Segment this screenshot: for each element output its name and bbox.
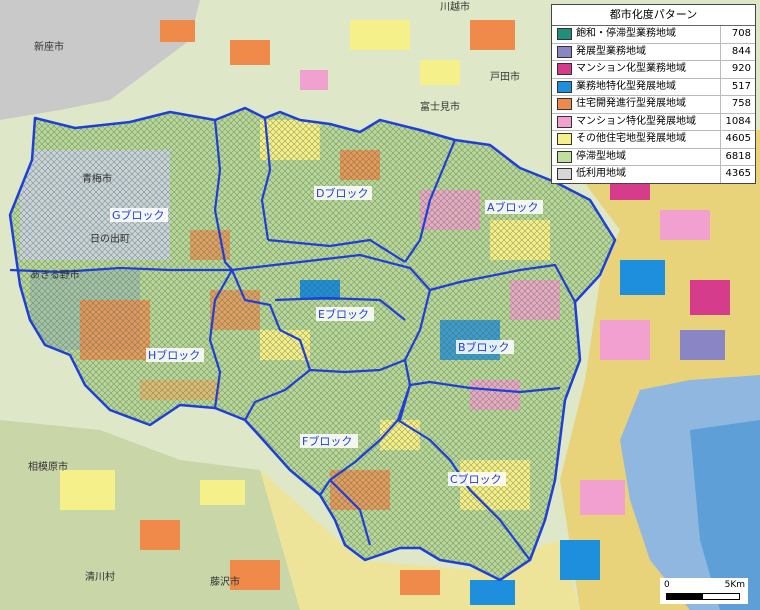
legend-row: マンション化型業務地域 920 xyxy=(552,61,755,79)
block-label-d: Dブロック xyxy=(314,186,372,200)
legend-label: 飽和・停滞型業務地域 xyxy=(576,28,676,40)
legend-swatch xyxy=(557,115,572,128)
legend-swatch xyxy=(557,80,572,93)
block-label-b: Bブロック xyxy=(456,340,514,354)
legend-row: 業務地特化型発展地域 517 xyxy=(552,78,755,96)
svg-text:Dブロック: Dブロック xyxy=(316,186,368,200)
place-name: 戸田市 xyxy=(490,70,520,83)
svg-text:Hブロック: Hブロック xyxy=(148,348,200,362)
svg-text:Eブロック: Eブロック xyxy=(318,307,369,321)
place-name: 青梅市 xyxy=(82,172,112,185)
legend-swatch xyxy=(557,63,572,76)
legend-count: 1084 xyxy=(720,113,755,130)
legend-row: その他住宅地型発展地域 4605 xyxy=(552,131,755,149)
svg-text:Bブロック: Bブロック xyxy=(458,340,510,354)
legend-swatch xyxy=(557,45,572,58)
legend-label: マンション化型業務地域 xyxy=(576,63,686,75)
legend-label: その他住宅地型発展地域 xyxy=(576,133,686,145)
legend-count: 4365 xyxy=(720,166,755,183)
legend-row: マンション特化型発展地域 1084 xyxy=(552,113,755,131)
place-name: 清川村 xyxy=(85,570,115,583)
place-name: 藤沢市 xyxy=(210,575,240,588)
legend-count: 708 xyxy=(720,26,755,43)
legend-label: 住宅開発進行型発展地域 xyxy=(576,98,686,110)
svg-text:Fブロック: Fブロック xyxy=(302,434,352,448)
legend-label: 業務地特化型発展地域 xyxy=(576,80,676,92)
legend-count: 517 xyxy=(720,78,755,95)
scale-bar: 0 5Km xyxy=(660,578,748,604)
legend-title: 都市化度パターン xyxy=(552,5,755,26)
block-label-c: Cブロック xyxy=(448,472,506,486)
legend-count: 4605 xyxy=(720,131,755,148)
scale-zero-label: 0 xyxy=(664,580,670,590)
legend-swatch xyxy=(557,150,572,163)
svg-text:Aブロック: Aブロック xyxy=(487,200,539,214)
legend-row: 飽和・停滞型業務地域 708 xyxy=(552,26,755,44)
place-name: 日の出町 xyxy=(90,232,130,245)
block-label-a: Aブロック xyxy=(485,200,543,214)
legend-row: 低利用地域 4365 xyxy=(552,166,755,183)
place-name: 相模原市 xyxy=(28,460,68,473)
urbanization-map: Aブロック Bブロック Cブロック Dブロック Eブロック Fブロック Gブロッ… xyxy=(0,0,760,610)
svg-text:Gブロック: Gブロック xyxy=(112,208,165,222)
block-label-h: Hブロック xyxy=(146,348,204,362)
legend-swatch xyxy=(557,133,572,146)
map-legend: 都市化度パターン 飽和・停滞型業務地域 708 発展型業務地域 844 マンショ… xyxy=(551,4,756,184)
legend-swatch xyxy=(557,28,572,41)
legend-count: 6818 xyxy=(720,148,755,165)
block-label-e: Eブロック xyxy=(316,307,374,321)
legend-label: 低利用地域 xyxy=(576,168,626,180)
legend-row: 住宅開発進行型発展地域 758 xyxy=(552,96,755,114)
place-name: あきる野市 xyxy=(30,268,80,281)
legend-count: 758 xyxy=(720,96,755,113)
scale-bar-graphic xyxy=(666,593,740,600)
place-name: 富士見市 xyxy=(420,100,460,113)
legend-label: マンション特化型発展地域 xyxy=(576,115,696,127)
legend-row: 停滞型地域 6818 xyxy=(552,148,755,166)
svg-text:Cブロック: Cブロック xyxy=(450,472,502,486)
place-name: 川越市 xyxy=(440,0,470,13)
place-name: 新座市 xyxy=(34,40,64,53)
legend-label: 停滞型地域 xyxy=(576,150,626,162)
block-label-g: Gブロック xyxy=(110,208,168,222)
block-label-f: Fブロック xyxy=(300,434,358,448)
legend-swatch xyxy=(557,98,572,111)
legend-row: 発展型業務地域 844 xyxy=(552,43,755,61)
legend-label: 発展型業務地域 xyxy=(576,45,646,57)
legend-swatch xyxy=(557,168,572,181)
legend-count: 920 xyxy=(720,61,755,78)
legend-count: 844 xyxy=(720,43,755,60)
scale-end-label: 5Km xyxy=(724,580,745,590)
